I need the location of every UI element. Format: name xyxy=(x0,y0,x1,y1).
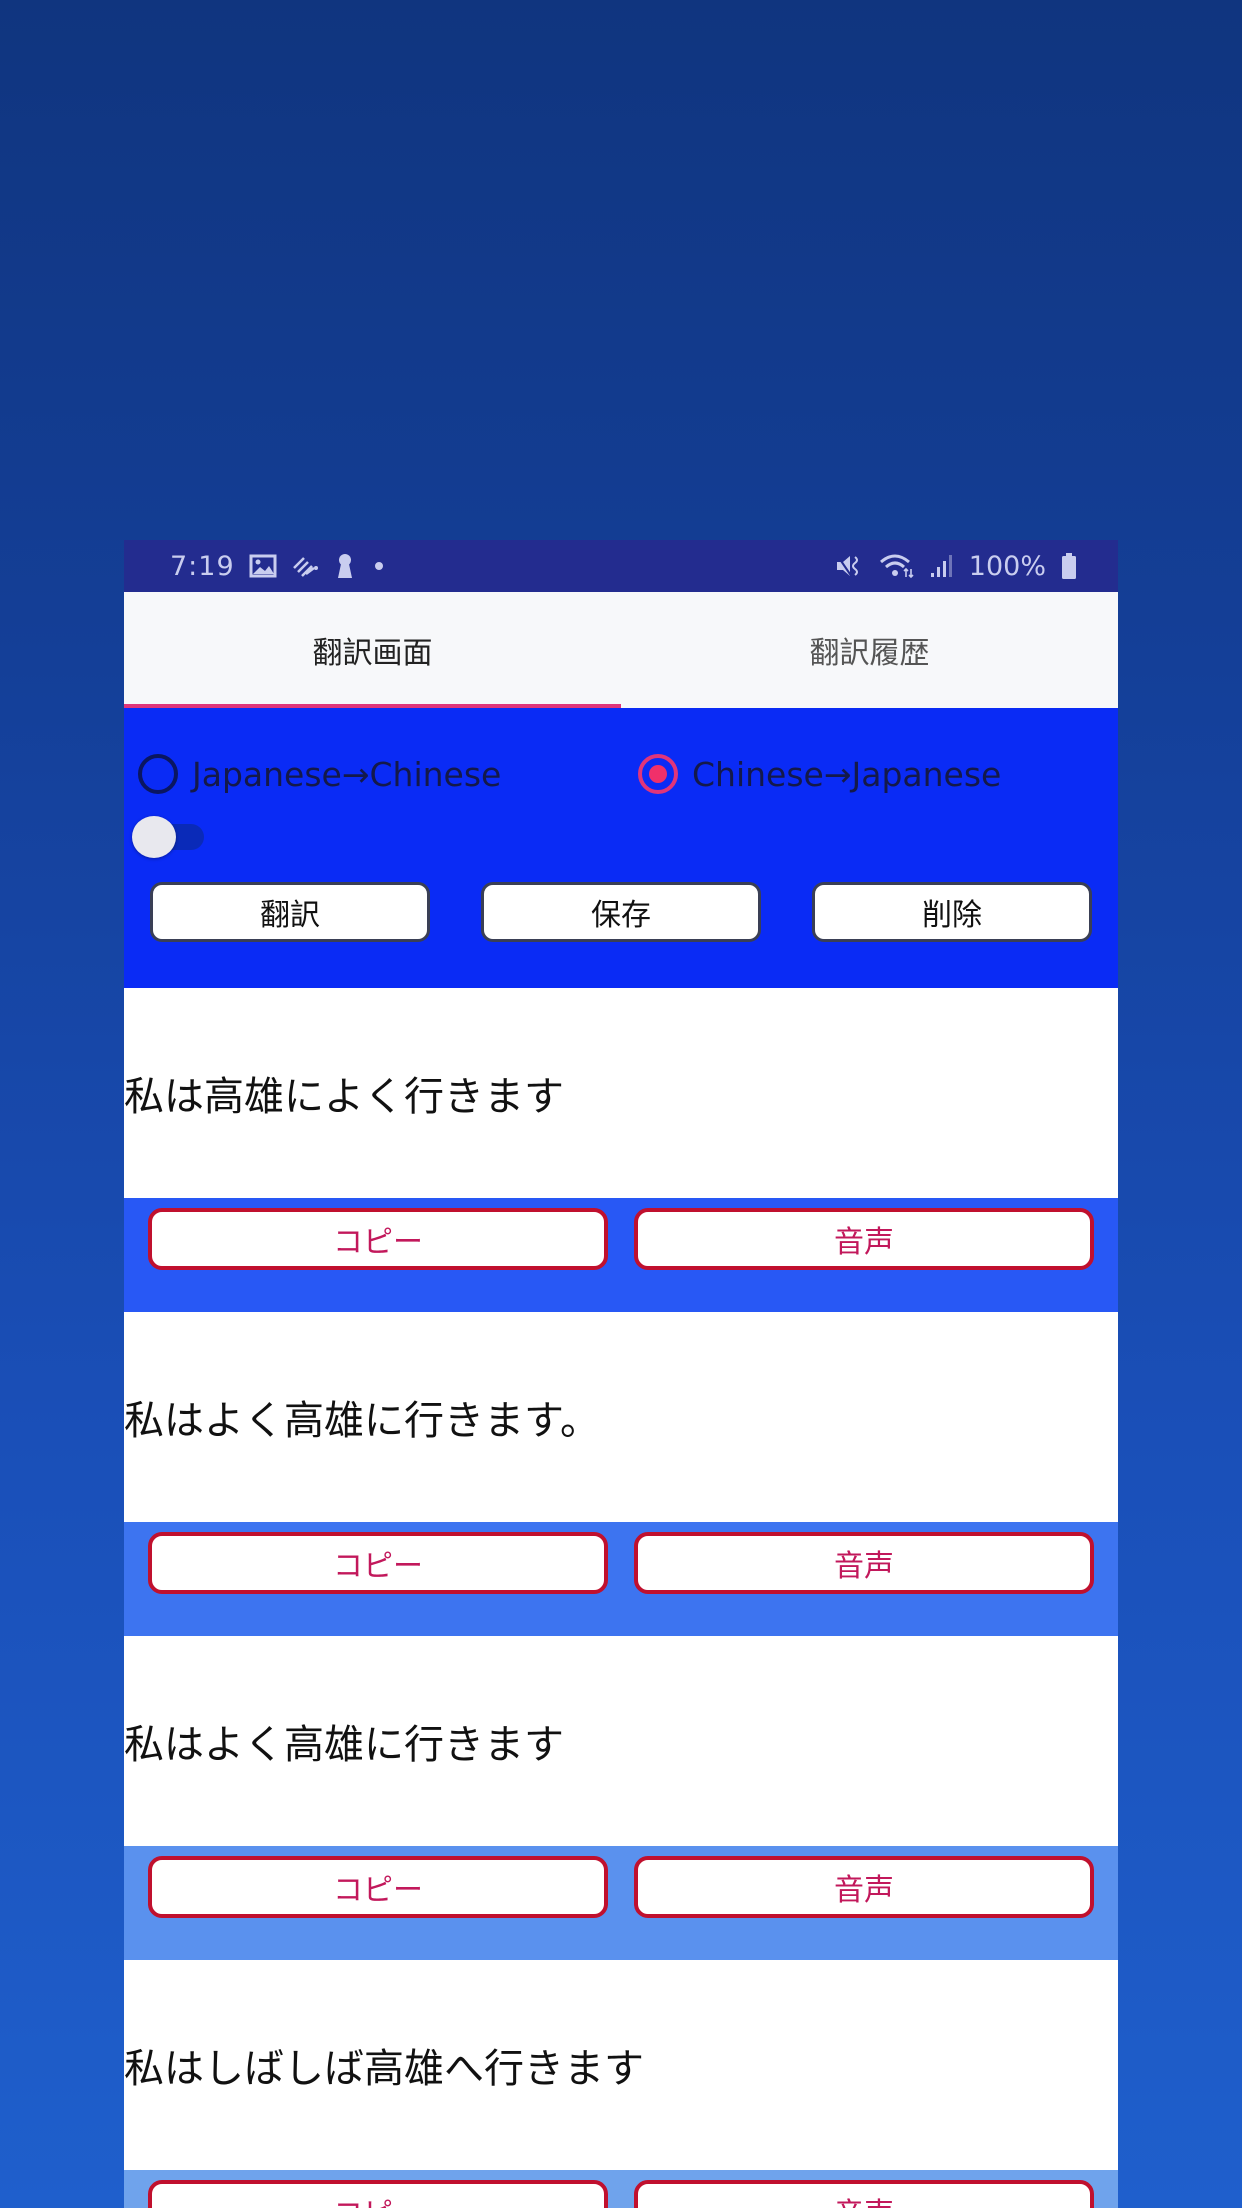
results-list: 私は高雄によく行きます コピー 音声 私はよく高雄に行きます。 コピー 音声 私… xyxy=(124,988,1118,2208)
result-item: 私は高雄によく行きます コピー 音声 xyxy=(124,988,1118,1312)
copy-button[interactable]: コピー xyxy=(148,1856,608,1918)
result-item: 私はしばしば高雄へ行きます コピー 音声 xyxy=(124,1960,1118,2208)
radio-checked-icon xyxy=(638,754,678,794)
radio-label: Chinese→Japanese xyxy=(692,754,1002,794)
tab-translation-history[interactable]: 翻訳履歴 xyxy=(621,592,1118,708)
toggle-switch[interactable] xyxy=(132,814,208,858)
battery-icon xyxy=(1060,552,1078,580)
dot-icon xyxy=(369,556,389,576)
phone-screen: 7:19 100% 翻訳画面 翻訳履歴 Japanese→Chinese Chi… xyxy=(124,540,1118,2208)
radio-japanese-to-chinese[interactable]: Japanese→Chinese xyxy=(138,754,638,794)
mute-vibrate-icon xyxy=(835,553,865,579)
result-button-strip: コピー 音声 xyxy=(124,1198,1118,1312)
speak-button[interactable]: 音声 xyxy=(634,1856,1094,1918)
speak-button[interactable]: 音声 xyxy=(634,1532,1094,1594)
tab-bar: 翻訳画面 翻訳履歴 xyxy=(124,592,1118,708)
translate-button[interactable]: 翻訳 xyxy=(150,882,430,942)
control-panel: Japanese→Chinese Chinese→Japanese 翻訳 保存 … xyxy=(124,708,1118,988)
action-buttons: 翻訳 保存 削除 xyxy=(150,882,1092,942)
result-text: 私は高雄によく行きます xyxy=(124,988,1118,1198)
direction-radio-group: Japanese→Chinese Chinese→Japanese xyxy=(124,752,1118,796)
speak-button[interactable]: 音声 xyxy=(634,2180,1094,2208)
radio-chinese-to-japanese[interactable]: Chinese→Japanese xyxy=(638,754,1001,794)
tab-translate-screen[interactable]: 翻訳画面 xyxy=(124,592,621,708)
zebra-app-icon xyxy=(291,554,321,578)
speak-button[interactable]: 音声 xyxy=(634,1208,1094,1270)
radio-label: Japanese→Chinese xyxy=(192,754,502,794)
copy-button[interactable]: コピー xyxy=(148,1532,608,1594)
result-button-strip: コピー 音声 xyxy=(124,2170,1118,2208)
result-button-strip: コピー 音声 xyxy=(124,1846,1118,1960)
battery-percent: 100% xyxy=(968,550,1046,582)
copy-button[interactable]: コピー xyxy=(148,2180,608,2208)
result-button-strip: コピー 音声 xyxy=(124,1522,1118,1636)
keyhole-icon xyxy=(335,552,355,580)
copy-button[interactable]: コピー xyxy=(148,1208,608,1270)
signal-icon xyxy=(929,553,955,579)
tab-label: 翻訳履歴 xyxy=(809,636,930,671)
wifi-icon xyxy=(879,553,915,579)
result-text: 私はしばしば高雄へ行きます xyxy=(124,1960,1118,2170)
radio-unchecked-icon xyxy=(138,754,178,794)
delete-button[interactable]: 削除 xyxy=(812,882,1092,942)
gallery-icon xyxy=(249,554,277,578)
result-item: 私はよく高雄に行きます コピー 音声 xyxy=(124,1636,1118,1960)
result-text: 私はよく高雄に行きます xyxy=(124,1636,1118,1846)
switch-thumb[interactable] xyxy=(132,816,176,858)
status-time: 7:19 xyxy=(170,550,235,582)
result-text: 私はよく高雄に行きます。 xyxy=(124,1312,1118,1522)
status-bar: 7:19 100% xyxy=(124,540,1118,592)
result-item: 私はよく高雄に行きます。 コピー 音声 xyxy=(124,1312,1118,1636)
save-button[interactable]: 保存 xyxy=(481,882,761,942)
tab-label: 翻訳画面 xyxy=(312,636,433,671)
